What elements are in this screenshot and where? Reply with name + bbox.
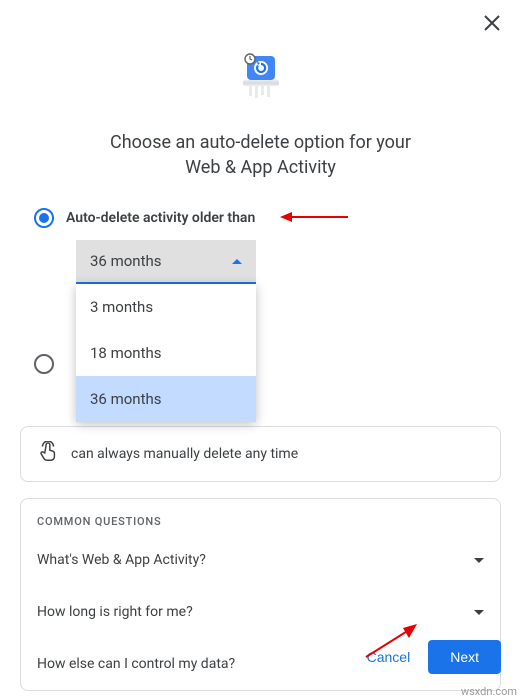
option-auto-delete[interactable]: Auto-delete activity older than bbox=[34, 208, 505, 228]
cancel-button[interactable]: Cancel bbox=[367, 649, 411, 665]
dropdown-menu: 3 months 18 months 36 months bbox=[76, 284, 256, 422]
chevron-up-icon bbox=[232, 259, 242, 264]
question-how-long[interactable]: How long is right for me? bbox=[21, 586, 500, 638]
question-label: How else can I control my data? bbox=[37, 656, 235, 672]
close-icon bbox=[483, 14, 501, 32]
option-auto-delete-label: Auto-delete activity older than bbox=[66, 210, 255, 226]
question-label: What's Web & App Activity? bbox=[37, 552, 206, 568]
radio-auto-delete[interactable] bbox=[34, 208, 54, 228]
title-line-1: Choose an auto-delete option for your bbox=[110, 132, 411, 153]
dropdown-selected[interactable]: 36 months bbox=[76, 240, 256, 284]
title-line-2: Web & App Activity bbox=[185, 157, 336, 178]
info-card: can always manually delete any time bbox=[20, 426, 501, 482]
info-text: can always manually delete any time bbox=[71, 446, 298, 462]
tap-icon bbox=[37, 441, 59, 467]
radio-dont-auto-delete[interactable] bbox=[34, 354, 54, 374]
watermark: wsxdn.com bbox=[461, 685, 517, 698]
chevron-down-icon bbox=[474, 558, 484, 563]
next-button[interactable]: Next bbox=[428, 640, 501, 674]
question-label: How long is right for me? bbox=[37, 604, 193, 620]
dialog-footer: Cancel Next bbox=[367, 640, 501, 674]
dialog-title: Choose an auto-delete option for your We… bbox=[16, 130, 505, 180]
hero-section: Choose an auto-delete option for your We… bbox=[16, 48, 505, 180]
dropdown-selected-text: 36 months bbox=[90, 252, 161, 270]
duration-dropdown[interactable]: 36 months 3 months 18 months 36 months bbox=[76, 240, 256, 284]
dropdown-item-18-months[interactable]: 18 months bbox=[76, 330, 256, 376]
chevron-down-icon bbox=[474, 610, 484, 615]
shredder-icon bbox=[233, 48, 289, 108]
question-web-app-activity[interactable]: What's Web & App Activity? bbox=[21, 534, 500, 586]
dropdown-item-36-months[interactable]: 36 months bbox=[76, 376, 256, 422]
dropdown-item-3-months[interactable]: 3 months bbox=[76, 284, 256, 330]
common-questions-header: COMMON QUESTIONS bbox=[21, 515, 500, 534]
auto-delete-dialog: Choose an auto-delete option for your We… bbox=[0, 0, 521, 700]
close-button[interactable] bbox=[483, 14, 501, 36]
